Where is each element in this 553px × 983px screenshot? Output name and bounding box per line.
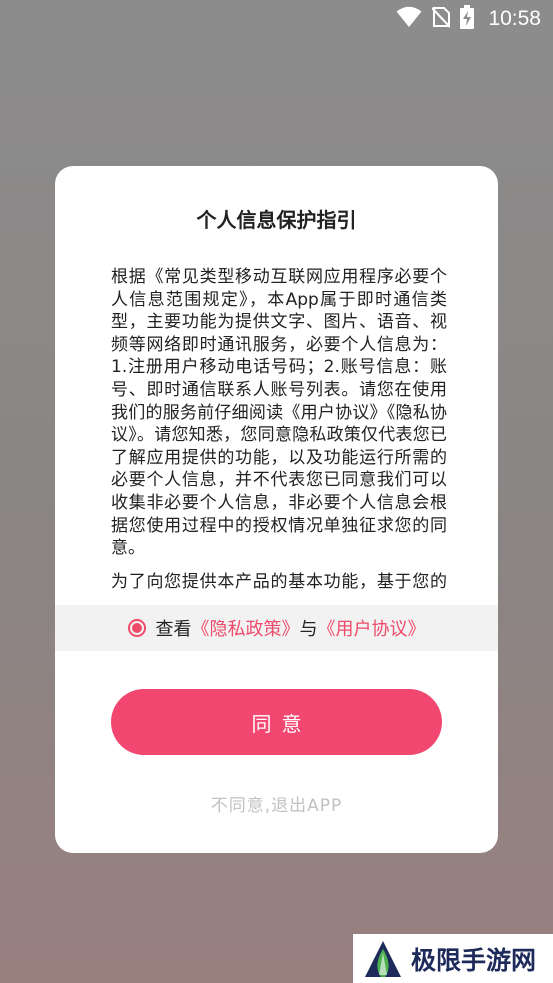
watermark-logo-icon xyxy=(363,939,403,979)
battery-charging-icon xyxy=(460,5,475,33)
consent-row: 查看 《隐私政策》 与 《用户协议》 xyxy=(55,605,498,651)
consent-radio[interactable] xyxy=(127,619,146,637)
dialog-title: 个人信息保护指引 xyxy=(196,208,357,232)
privacy-paragraph: 根据《常见类型移动互联网应用程序必要个人信息范围规定》，本App属于即时通信类型… xyxy=(111,267,447,559)
status-bar: 10:58 xyxy=(0,0,553,38)
status-icons: 10:58 xyxy=(396,5,541,33)
disagree-exit-link[interactable]: 不同意,退出APP xyxy=(55,791,498,816)
agree-button[interactable]: 同意 xyxy=(111,689,442,755)
privacy-paragraph: 为了向您提供本产品的基本功能，基于您的明示授权，我们会收集、使用必要的信息。 xyxy=(111,571,447,590)
watermark-text: 极限手游网 xyxy=(411,945,537,975)
status-time: 10:58 xyxy=(488,7,541,30)
user-agreement-link[interactable]: 《用户协议》 xyxy=(318,615,426,641)
radio-selected-dot xyxy=(131,623,142,633)
consent-prefix: 查看 xyxy=(155,619,192,640)
wifi-icon xyxy=(396,6,422,32)
no-sim-icon xyxy=(431,6,452,32)
privacy-policy-link[interactable]: 《隐私政策》 xyxy=(192,615,300,641)
privacy-dialog: 个人信息保护指引 根据《常见类型移动互联网应用程序必要个人信息范围规定》，本Ap… xyxy=(55,166,498,853)
watermark: 极限手游网 xyxy=(353,934,553,983)
consent-conjunction: 与 xyxy=(299,619,318,640)
privacy-text-scroll[interactable]: 根据《常见类型移动互联网应用程序必要个人信息范围规定》，本App属于即时通信类型… xyxy=(111,266,447,590)
